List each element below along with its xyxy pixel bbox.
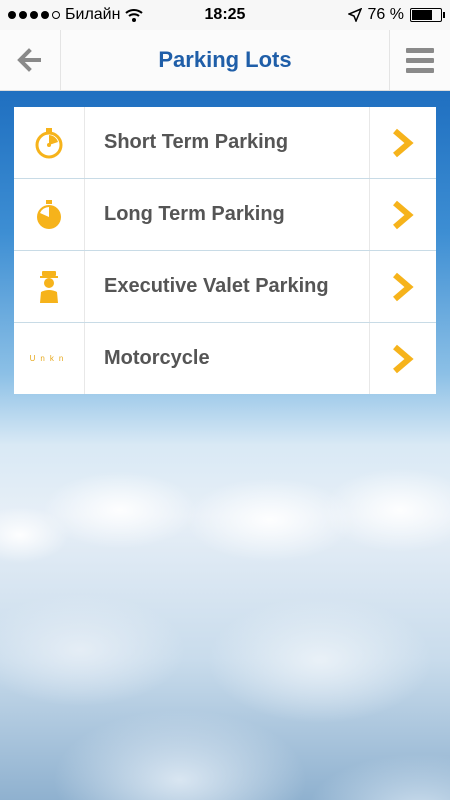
chevron-right-cell xyxy=(369,323,436,394)
icon-cell xyxy=(14,107,85,178)
page-title: Parking Lots xyxy=(158,47,292,72)
list-item-short-term-parking[interactable]: Short Term Parking xyxy=(14,107,436,179)
chevron-right-icon xyxy=(393,272,414,301)
list-item-label: Motorcycle xyxy=(104,347,210,369)
stopwatch-long-icon xyxy=(37,199,61,229)
chevron-right-cell xyxy=(369,179,436,250)
navigation-bar: Parking Lots xyxy=(0,30,450,91)
chevron-right-cell xyxy=(369,107,436,178)
arrow-left-icon xyxy=(17,48,41,72)
stopwatch-short-icon xyxy=(35,127,63,158)
list-item-label: Long Term Parking xyxy=(104,203,285,225)
hamburger-menu-icon xyxy=(406,47,434,73)
unknown-icon: Unkn xyxy=(29,354,69,363)
chevron-right-cell xyxy=(369,251,436,322)
location-arrow-icon xyxy=(347,8,362,22)
list-item-motorcycle[interactable]: Unkn Motorcycle xyxy=(14,323,436,394)
valet-person-icon xyxy=(40,270,58,303)
battery-percent: 76 % xyxy=(367,6,404,23)
list-item-label: Executive Valet Parking xyxy=(104,275,329,297)
icon-cell xyxy=(14,251,85,322)
parking-lot-list: Short Term Parking Long Term Parking Exe… xyxy=(14,107,436,394)
chevron-right-icon xyxy=(393,200,414,229)
status-bar: Билайн 18:25 76 % xyxy=(0,0,450,30)
icon-cell xyxy=(14,179,85,250)
back-button[interactable] xyxy=(0,30,61,90)
menu-button[interactable] xyxy=(389,30,450,90)
list-item-long-term-parking[interactable]: Long Term Parking xyxy=(14,179,436,251)
icon-cell: Unkn xyxy=(14,323,85,394)
status-right: 76 % xyxy=(347,6,445,24)
chevron-right-icon xyxy=(393,344,414,373)
list-item-executive-valet-parking[interactable]: Executive Valet Parking xyxy=(14,251,436,323)
list-item-label: Short Term Parking xyxy=(104,131,289,153)
battery-icon xyxy=(410,8,445,22)
chevron-right-icon xyxy=(393,128,414,157)
